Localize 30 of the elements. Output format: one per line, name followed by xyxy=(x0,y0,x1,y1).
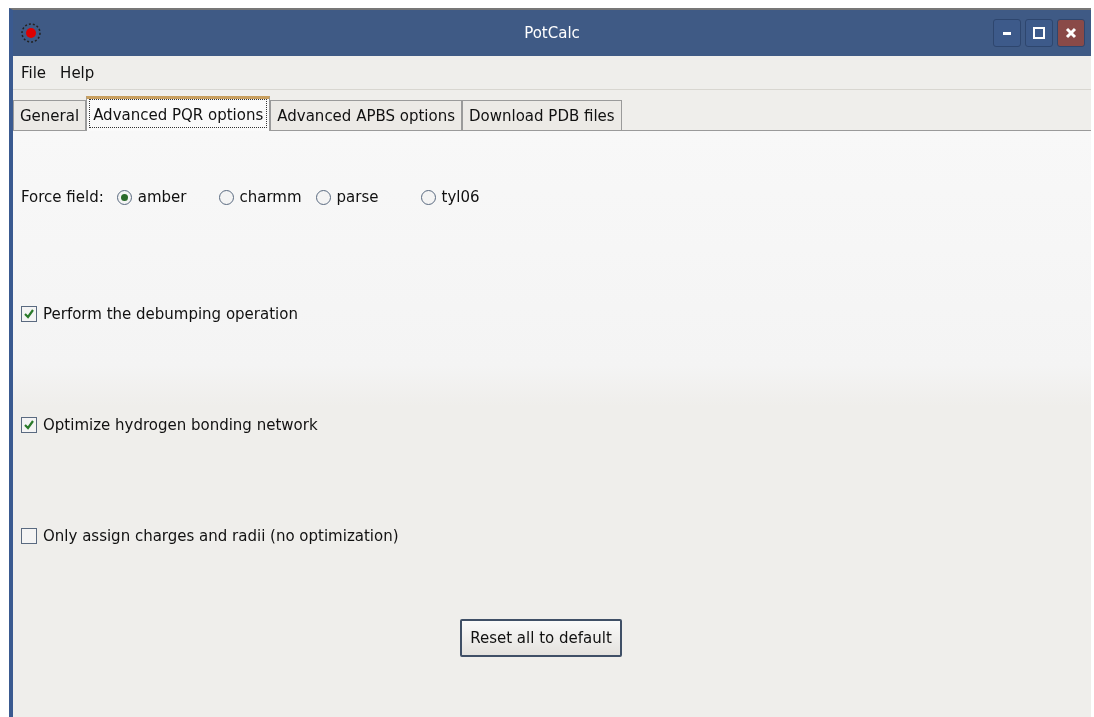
checkbox-label: Perform the debumping operation xyxy=(43,305,298,323)
tab[interactable]: Advanced APBS options xyxy=(270,100,462,130)
minimize-button[interactable] xyxy=(993,19,1021,47)
reset-button[interactable]: Reset all to default xyxy=(460,619,622,657)
radio-label: parse xyxy=(336,188,379,206)
menu-item[interactable]: Help xyxy=(60,63,95,82)
window-title: PotCalc xyxy=(523,24,581,42)
tab[interactable]: Download PDB files xyxy=(462,100,622,130)
radio-button[interactable] xyxy=(315,189,331,205)
radio-label: amber xyxy=(137,188,187,206)
tab[interactable]: Advanced PQR options xyxy=(86,96,271,131)
checkbox-label: Only assign charges and radii (no optimization) xyxy=(43,527,399,545)
checkbox[interactable] xyxy=(21,528,37,544)
minimize-icon xyxy=(1003,31,1011,35)
tab[interactable]: General xyxy=(13,100,87,130)
radio-button[interactable] xyxy=(420,189,436,205)
maximize-button[interactable] xyxy=(1025,19,1053,47)
app-icon xyxy=(19,21,43,45)
radio-label: charmm xyxy=(239,188,302,206)
radio-button[interactable] xyxy=(218,189,234,205)
checkbox-label: Optimize hydrogen bonding network xyxy=(43,416,318,434)
radio-button[interactable] xyxy=(116,189,132,205)
checkbox[interactable] xyxy=(21,306,37,322)
menu-item[interactable]: File xyxy=(21,63,47,82)
close-icon xyxy=(1065,27,1077,39)
maximize-icon xyxy=(1033,27,1045,39)
force-field-label: Force field: xyxy=(21,188,104,206)
radio-label: tyl06 xyxy=(441,188,480,206)
close-button[interactable] xyxy=(1057,19,1085,47)
checkbox[interactable] xyxy=(21,417,37,433)
